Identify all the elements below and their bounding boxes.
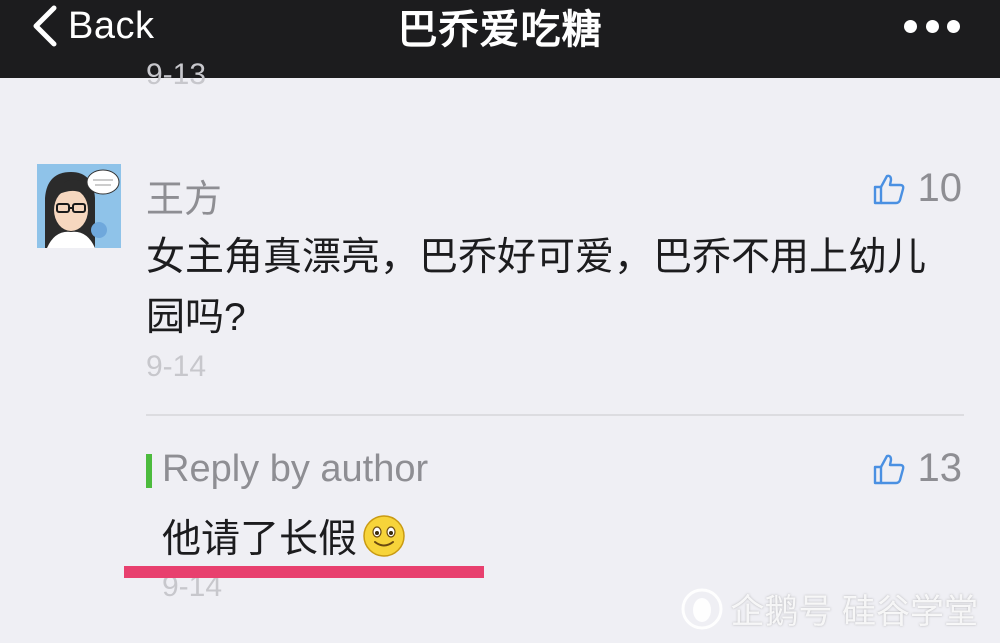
divider: [146, 414, 964, 416]
avatar[interactable]: [37, 164, 121, 248]
reply-accent-bar: [146, 454, 152, 488]
more-dots-icon[interactable]: [904, 15, 960, 37]
smiley-emoji-icon: [363, 515, 405, 557]
reply-like-button[interactable]: 13: [872, 446, 963, 491]
watermark: 企鹅号 硅谷学堂: [681, 584, 978, 633]
comment-text: 女主角真漂亮，巴乔好可爱，巴乔不用上幼儿园吗?: [146, 236, 927, 339]
comment-author-name[interactable]: 王方: [146, 168, 222, 223]
comment-like-button[interactable]: 10: [872, 166, 963, 211]
page-title: 巴乔爱吃糖: [397, 8, 603, 52]
reply-by-author-label: Reply by author: [162, 448, 429, 490]
comment-date: 9-14: [146, 350, 207, 383]
watermark-text: 企鹅号 硅谷学堂: [730, 593, 978, 631]
avatar-illustration: [37, 164, 121, 248]
reply-text-content: 他请了长假: [162, 518, 358, 561]
previous-comment-date: 9-13: [146, 58, 207, 91]
highlight-underline: [124, 566, 484, 578]
reply-like-count: 13: [917, 446, 963, 490]
penguin-logo-icon: [681, 588, 723, 629]
reply-text: 他请了长假: [162, 508, 407, 564]
comment-like-count: 10: [917, 166, 963, 210]
thumbs-up-icon: [873, 454, 904, 484]
thumbs-up-icon: [873, 174, 904, 204]
